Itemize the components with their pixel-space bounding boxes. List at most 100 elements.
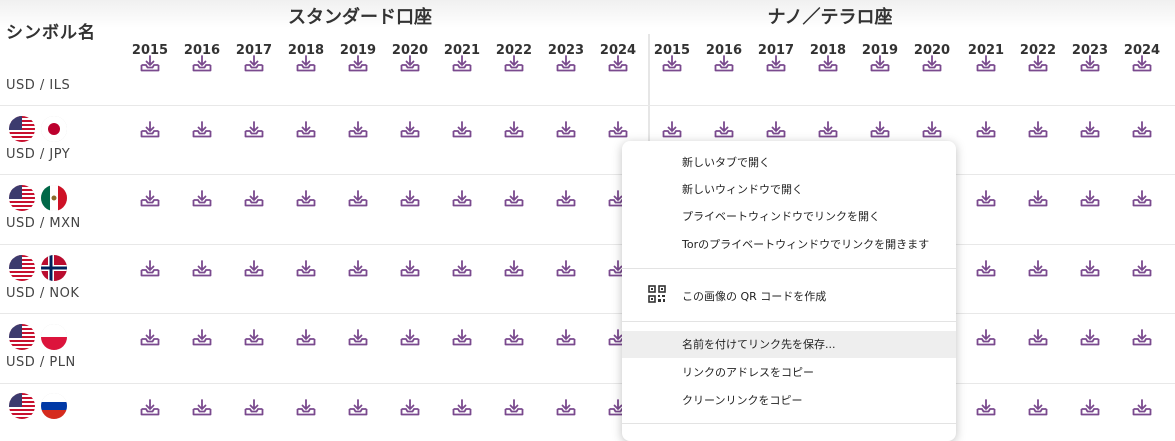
download-icon[interactable]	[1130, 396, 1154, 420]
download-icon[interactable]	[294, 326, 318, 350]
download-icon[interactable]	[1026, 257, 1050, 281]
download-icon[interactable]	[242, 187, 266, 211]
download-icon[interactable]	[1078, 257, 1102, 281]
menu-item-open-tor-private-window[interactable]: Torのプライベートウィンドウでリンクを開きます	[622, 231, 956, 258]
download-icon[interactable]	[554, 118, 578, 142]
download-icon[interactable]	[138, 326, 162, 350]
download-icon[interactable]	[1026, 326, 1050, 350]
download-icon[interactable]	[764, 118, 788, 142]
download-icon[interactable]	[712, 52, 736, 76]
download-icon[interactable]	[974, 396, 998, 420]
download-icon[interactable]	[294, 396, 318, 420]
download-icon[interactable]	[974, 326, 998, 350]
download-icon[interactable]	[1026, 396, 1050, 420]
download-icon[interactable]	[190, 396, 214, 420]
download-icon[interactable]	[1078, 52, 1102, 76]
download-icon[interactable]	[346, 187, 370, 211]
download-icon[interactable]	[242, 396, 266, 420]
download-icon[interactable]	[554, 396, 578, 420]
download-icon[interactable]	[502, 187, 526, 211]
download-icon[interactable]	[1130, 257, 1154, 281]
download-icon[interactable]	[190, 326, 214, 350]
download-icon[interactable]	[190, 257, 214, 281]
download-icon[interactable]	[294, 118, 318, 142]
download-icon[interactable]	[450, 396, 474, 420]
download-icon[interactable]	[242, 118, 266, 142]
download-icon[interactable]	[398, 118, 422, 142]
download-icon[interactable]	[138, 257, 162, 281]
download-icon[interactable]	[920, 52, 944, 76]
download-icon[interactable]	[502, 257, 526, 281]
download-icon[interactable]	[502, 326, 526, 350]
download-icon[interactable]	[450, 326, 474, 350]
download-icon[interactable]	[1078, 118, 1102, 142]
download-icon[interactable]	[138, 118, 162, 142]
download-icon[interactable]	[242, 326, 266, 350]
download-icon[interactable]	[1130, 326, 1154, 350]
download-icon[interactable]	[1026, 118, 1050, 142]
download-icon[interactable]	[868, 52, 892, 76]
download-icon[interactable]	[398, 396, 422, 420]
menu-item-open-private-window[interactable]: プライベートウィンドウでリンクを開く	[622, 203, 956, 230]
download-icon[interactable]	[398, 52, 422, 76]
download-icon[interactable]	[712, 118, 736, 142]
menu-item-copy-link-address[interactable]: リンクのアドレスをコピー	[622, 359, 956, 386]
download-icon[interactable]	[1078, 396, 1102, 420]
menu-item-copy-clean-link[interactable]: クリーンリンクをコピー	[622, 387, 956, 414]
download-icon[interactable]	[816, 52, 840, 76]
download-icon[interactable]	[660, 118, 684, 142]
download-icon[interactable]	[1130, 118, 1154, 142]
download-icon[interactable]	[554, 326, 578, 350]
download-icon[interactable]	[294, 257, 318, 281]
download-icon[interactable]	[1026, 52, 1050, 76]
download-icon[interactable]	[1078, 326, 1102, 350]
download-icon[interactable]	[816, 118, 840, 142]
download-icon[interactable]	[242, 257, 266, 281]
download-icon[interactable]	[660, 52, 684, 76]
download-icon[interactable]	[294, 187, 318, 211]
download-icon[interactable]	[1130, 52, 1154, 76]
download-icon[interactable]	[346, 52, 370, 76]
download-icon[interactable]	[502, 396, 526, 420]
download-icon[interactable]	[502, 118, 526, 142]
download-icon[interactable]	[554, 52, 578, 76]
menu-item-save-link-as[interactable]: 名前を付けてリンク先を保存...	[622, 331, 956, 358]
download-icon[interactable]	[138, 52, 162, 76]
download-icon[interactable]	[450, 187, 474, 211]
download-icon[interactable]	[974, 187, 998, 211]
download-icon[interactable]	[606, 52, 630, 76]
download-icon[interactable]	[450, 257, 474, 281]
download-icon[interactable]	[1130, 187, 1154, 211]
download-icon[interactable]	[346, 257, 370, 281]
download-icon[interactable]	[242, 52, 266, 76]
download-icon[interactable]	[346, 326, 370, 350]
download-icon[interactable]	[190, 187, 214, 211]
download-icon[interactable]	[398, 326, 422, 350]
menu-item-create-qr-code[interactable]: この画像の QR コードを作成	[622, 283, 956, 310]
download-icon[interactable]	[138, 187, 162, 211]
download-icon[interactable]	[554, 187, 578, 211]
download-icon[interactable]	[606, 118, 630, 142]
download-icon[interactable]	[138, 396, 162, 420]
download-icon[interactable]	[450, 118, 474, 142]
download-icon[interactable]	[920, 118, 944, 142]
download-icon[interactable]	[346, 118, 370, 142]
menu-item-open-new-window[interactable]: 新しいウィンドウで開く	[622, 176, 956, 203]
download-icon[interactable]	[398, 187, 422, 211]
download-icon[interactable]	[190, 52, 214, 76]
download-icon[interactable]	[764, 52, 788, 76]
download-icon[interactable]	[974, 257, 998, 281]
download-icon[interactable]	[554, 257, 578, 281]
download-icon[interactable]	[346, 396, 370, 420]
download-icon[interactable]	[1026, 187, 1050, 211]
download-icon[interactable]	[450, 52, 474, 76]
download-icon[interactable]	[974, 118, 998, 142]
download-icon[interactable]	[294, 52, 318, 76]
download-icon[interactable]	[1078, 187, 1102, 211]
download-icon[interactable]	[974, 52, 998, 76]
download-icon[interactable]	[190, 118, 214, 142]
download-icon[interactable]	[868, 118, 892, 142]
menu-item-open-new-tab[interactable]: 新しいタブで開く	[622, 149, 956, 176]
download-icon[interactable]	[398, 257, 422, 281]
download-icon[interactable]	[502, 52, 526, 76]
